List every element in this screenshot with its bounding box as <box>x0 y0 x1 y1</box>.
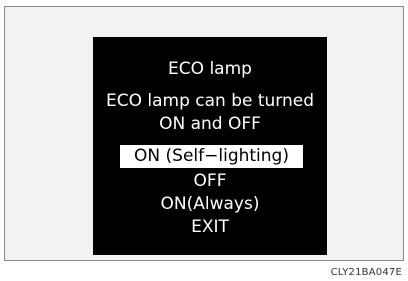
screen-title: ECO lamp <box>168 59 252 79</box>
option-on-always[interactable]: ON(Always) <box>93 194 327 214</box>
figure-code: CLY21BA047E <box>330 267 402 278</box>
option-off[interactable]: OFF <box>93 171 327 191</box>
figure-frame: ECO lamp ECO lamp can be turned ON and O… <box>4 6 404 261</box>
option-on-self-lighting[interactable]: ON (Self−lighting) <box>120 145 303 168</box>
eco-lamp-display-screen: ECO lamp ECO lamp can be turned ON and O… <box>93 37 327 255</box>
option-exit[interactable]: EXIT <box>93 217 327 237</box>
description-line-1: ECO lamp can be turned <box>105 91 315 111</box>
description-line-2: ON and OFF <box>159 114 261 134</box>
